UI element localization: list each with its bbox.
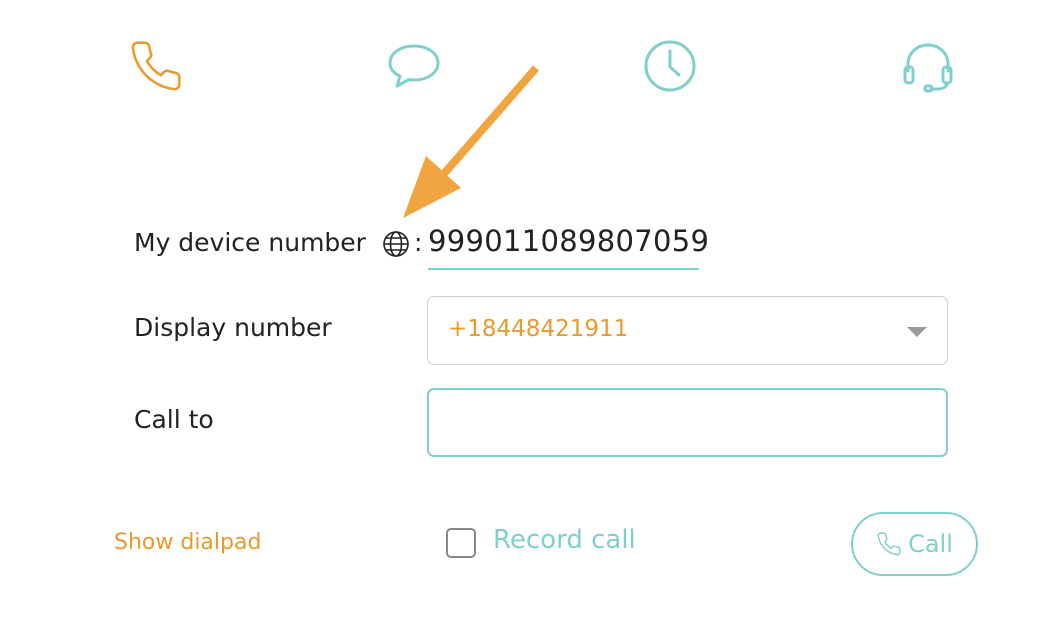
- display-number-label: Display number: [134, 313, 332, 342]
- device-number-value: 999011089807059: [428, 224, 710, 258]
- headset-icon: [903, 43, 953, 93]
- tab-phone[interactable]: [126, 36, 186, 96]
- tab-support[interactable]: [898, 36, 958, 96]
- display-number-selected-value: +18448421911: [448, 316, 629, 342]
- call-to-input[interactable]: [427, 388, 948, 457]
- call-button-label: Call: [908, 530, 953, 558]
- caret-down-icon: [907, 327, 927, 337]
- device-number-underline: [428, 268, 699, 270]
- softphone-panel: My device number : 999011089807059 Displ…: [0, 0, 1050, 626]
- globe-icon: [383, 231, 409, 257]
- arrow-annotation: [403, 65, 540, 218]
- show-dialpad-link[interactable]: Show dialpad: [114, 530, 261, 555]
- device-number-separator: :: [414, 228, 423, 257]
- call-button[interactable]: Call: [851, 512, 978, 576]
- call-to-label: Call to: [134, 405, 214, 434]
- display-number-select[interactable]: +18448421911: [427, 296, 948, 365]
- record-call-checkbox[interactable]: [446, 528, 476, 558]
- phone-icon: [131, 41, 181, 91]
- clock-icon: [644, 40, 696, 92]
- device-number-label: My device number: [134, 228, 366, 257]
- phone-icon: [877, 532, 901, 556]
- tab-history[interactable]: [640, 36, 700, 96]
- record-call-label[interactable]: Record call: [493, 525, 636, 555]
